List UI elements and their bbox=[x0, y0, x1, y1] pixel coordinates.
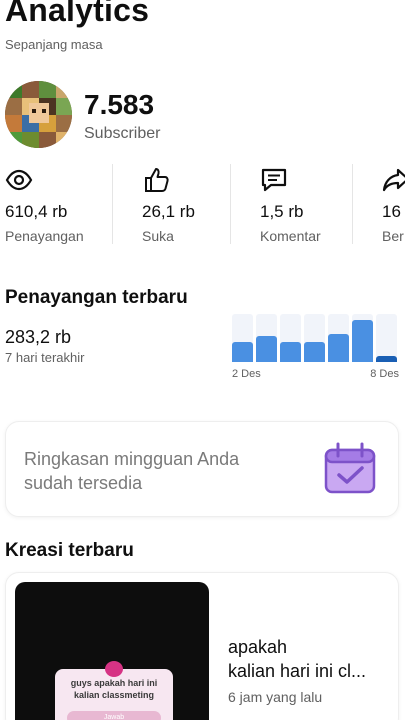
stat-value: 1,5 rb bbox=[260, 202, 304, 221]
stat-shares[interactable]: 16 Ber bbox=[382, 160, 405, 246]
comment-icon bbox=[261, 168, 287, 192]
chart-bar bbox=[280, 342, 301, 362]
recent-views-chart[interactable]: 2 Des 8 Des bbox=[228, 312, 405, 384]
page-subtitle: Sepanjang masa bbox=[5, 37, 103, 52]
stat-label: Komentar bbox=[260, 228, 321, 244]
chart-bar bbox=[304, 342, 325, 362]
divider bbox=[352, 164, 353, 244]
share-icon bbox=[382, 168, 405, 192]
question-sticker: guys apakah hari ini kalian classmeting … bbox=[55, 661, 173, 720]
subscriber-count: 7.583 bbox=[84, 89, 155, 120]
stat-views[interactable]: 610,4 rb Penayangan bbox=[5, 160, 105, 246]
subscriber-label: Subscriber bbox=[84, 125, 161, 142]
chart-bar bbox=[328, 334, 349, 362]
sticker-text: guys apakah hari ini kalian classmeting bbox=[70, 678, 158, 700]
stat-comments[interactable]: 1,5 rb Komentar bbox=[260, 160, 350, 246]
creation-card[interactable]: guys apakah hari ini kalian classmeting … bbox=[5, 572, 399, 720]
stat-label: Ber bbox=[382, 228, 404, 244]
stat-value: 16 bbox=[382, 202, 401, 221]
stat-value: 610,4 rb bbox=[5, 202, 68, 221]
chart-bar bbox=[376, 356, 397, 362]
stat-label: Suka bbox=[142, 228, 174, 244]
calendar-check-icon bbox=[324, 442, 376, 494]
weekly-summary-card[interactable]: Ringkasan mingguan Anda sudah tersedia bbox=[5, 421, 399, 517]
chart-tick-label: 2 Des bbox=[232, 368, 261, 380]
sticker-answer-button: Jawab bbox=[67, 711, 161, 720]
weekly-summary-text: Ringkasan mingguan Anda sudah tersedia bbox=[24, 449, 240, 493]
page-title: Analytics bbox=[5, 0, 150, 28]
creation-title: apakah kalian hari ini cl... bbox=[228, 637, 367, 681]
recent-views-range: 7 hari terakhir bbox=[5, 350, 85, 365]
sticker-badge-icon bbox=[105, 661, 123, 677]
creation-time: 6 jam yang lalu bbox=[228, 689, 323, 705]
creation-thumbnail[interactable]: guys apakah hari ini kalian classmeting … bbox=[15, 582, 209, 720]
recent-views-value: 283,2 rb bbox=[5, 327, 72, 347]
chart-bar-background bbox=[376, 314, 397, 362]
minecraft-avatar-icon bbox=[5, 81, 72, 148]
section-title-recent-views: Penayangan terbaru bbox=[5, 287, 188, 308]
divider bbox=[112, 164, 113, 244]
divider bbox=[230, 164, 231, 244]
section-title-recent-creations: Kreasi terbaru bbox=[5, 540, 134, 561]
channel-avatar[interactable] bbox=[5, 81, 72, 148]
stat-label: Penayangan bbox=[5, 228, 84, 244]
chart-bar bbox=[352, 320, 373, 362]
thumbs-up-icon bbox=[145, 168, 169, 192]
stat-likes[interactable]: 26,1 rb Suka bbox=[142, 160, 227, 246]
stats-row: 610,4 rb Penayangan 26,1 rb Suka 1,5 rb … bbox=[0, 160, 405, 248]
eye-icon bbox=[5, 169, 33, 191]
stat-value: 26,1 rb bbox=[142, 202, 195, 221]
chart-bar bbox=[256, 336, 277, 362]
chart-bar bbox=[232, 342, 253, 362]
chart-tick-label: 8 Des bbox=[370, 368, 399, 380]
